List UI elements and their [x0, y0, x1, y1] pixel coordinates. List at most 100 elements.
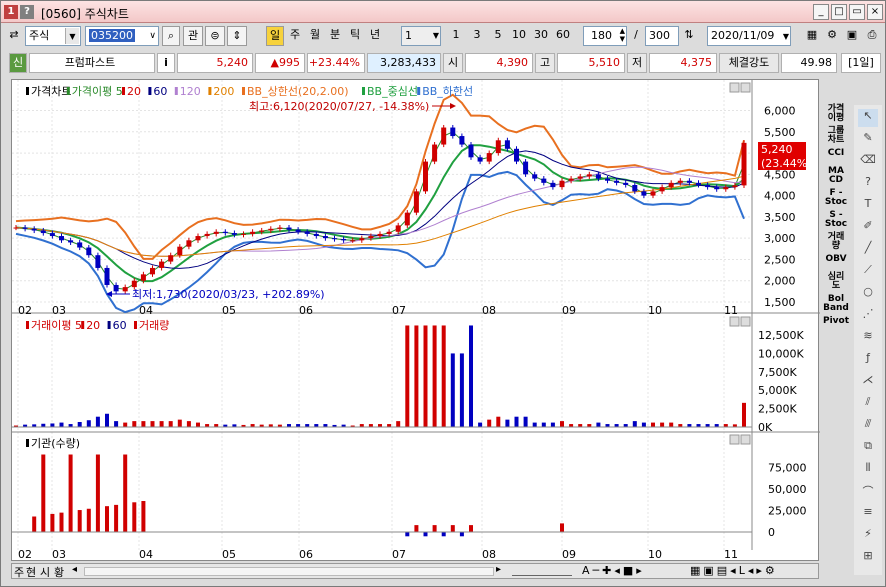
panel-minimize-icon[interactable]	[729, 434, 740, 445]
scrollbar-track[interactable]	[84, 567, 494, 576]
chart-svg[interactable]: 가격차트 가격이평 5 20 60 120 200 BB_상한선(20,2.00) BB_중심…	[12, 80, 820, 562]
refresh-icon[interactable]: ⇅	[681, 26, 697, 46]
lines-tool-icon[interactable]: ≡	[858, 505, 878, 523]
scroll-left-icon[interactable]: ◂	[72, 564, 77, 575]
panel-close-icon[interactable]	[740, 82, 751, 93]
interval-select[interactable]: 1 ▼	[401, 26, 441, 46]
panel-close-icon[interactable]	[740, 434, 751, 445]
spinner-icon[interactable]: ▲ ▼	[620, 27, 625, 43]
candle-body	[468, 144, 474, 158]
circle-tool-icon[interactable]: ○	[858, 285, 878, 303]
legend-label: 200	[213, 85, 234, 98]
indicator-1-button[interactable]: 그룹 차트	[821, 127, 851, 145]
ma120-line	[15, 166, 745, 257]
quick-3-button[interactable]: 3	[468, 26, 486, 46]
indicator-7-button[interactable]: OBV	[821, 255, 851, 264]
period-week-button[interactable]: 주	[286, 26, 304, 46]
panel-minimize-icon[interactable]	[729, 316, 740, 327]
candle-body	[286, 227, 292, 230]
quick-5-button[interactable]: 5	[489, 26, 507, 46]
speed-tool-icon[interactable]: ⋌	[858, 373, 878, 391]
grid-tool-icon[interactable]: ⧉	[858, 439, 878, 457]
period-day-button[interactable]: 일	[266, 26, 284, 46]
export-controls-icon[interactable]: ▦▣▤◂L◂▸⚙	[690, 564, 778, 577]
gear-icon[interactable]: ⚙	[823, 26, 841, 46]
indicator-4-button[interactable]: F - Stoc	[821, 189, 851, 207]
scroll-right-icon[interactable]: ▸	[496, 564, 501, 575]
cycle-tool-icon[interactable]: ⦀	[858, 461, 878, 479]
line-tool-icon[interactable]: ╱	[858, 241, 878, 259]
quick-1-button[interactable]: 1	[447, 26, 465, 46]
gann-tool-icon[interactable]: ⫻	[858, 417, 878, 435]
indicator-10-button[interactable]: Pivot	[821, 317, 851, 326]
bottom-tab-jeom[interactable]: 주	[14, 564, 24, 580]
indicator-8-button[interactable]: 심리 도	[821, 273, 851, 291]
period-year-button[interactable]: 년	[366, 26, 384, 46]
legend-label: BB_하한선	[422, 84, 473, 98]
question-tool-icon[interactable]: ?	[858, 175, 878, 193]
panel-close-icon[interactable]	[740, 316, 751, 327]
chart-area[interactable]: 가격차트 가격이평 5 20 60 120 200 BB_상한선(20,2.00) BB_중심…	[11, 79, 820, 562]
kwan-button[interactable]: 관	[183, 26, 203, 46]
help-icon[interactable]: ?	[20, 5, 34, 19]
zoom-slider[interactable]	[512, 566, 572, 576]
candle-body	[541, 178, 547, 183]
text-tool-icon[interactable]: T	[858, 197, 878, 215]
count-input[interactable]: 180 ▲ ▼	[583, 26, 627, 46]
quick-60-button[interactable]: 60	[553, 26, 573, 46]
total-input[interactable]: 300	[645, 26, 679, 46]
candle-body	[595, 174, 601, 179]
indicator-5-button[interactable]: S - Stoc	[821, 211, 851, 229]
period-tick-button[interactable]: 틱	[346, 26, 364, 46]
market-select[interactable]: 주식 ▼	[25, 26, 81, 46]
channel-tool-icon[interactable]: ≋	[858, 329, 878, 347]
layout-icon[interactable]: ▦	[803, 26, 821, 46]
all-tool-icon[interactable]: ⌫	[858, 153, 878, 171]
eraser-tool-icon[interactable]: ✎	[858, 131, 878, 149]
indicator-0-button[interactable]: 가격 이평	[821, 105, 851, 123]
arc-tool-icon[interactable]: ⌒	[858, 483, 878, 501]
nav-arrows-icon[interactable]: ⇄	[7, 26, 21, 46]
indicator-6-button[interactable]: 거래 량	[821, 233, 851, 251]
zoom-controls-icon[interactable]: A─✚◂■▸	[582, 564, 645, 577]
stock-code-input[interactable]: 035200 ∨	[85, 26, 159, 46]
chevron-down-icon[interactable]: ∨	[149, 27, 156, 45]
minimize-icon[interactable]: _	[813, 4, 829, 20]
auto-tool-icon[interactable]: ⚡	[858, 527, 878, 545]
fib-tool-icon[interactable]: ƒ	[858, 351, 878, 369]
chevron-down-icon[interactable]: ▼	[433, 27, 439, 45]
candle-body	[359, 238, 365, 241]
ray-tool-icon[interactable]: ⟋	[858, 263, 878, 281]
print-icon[interactable]: ⎙	[863, 26, 881, 46]
chevron-down-icon[interactable]: ▼	[783, 28, 789, 46]
bottom-tab-hwang[interactable]: 황	[54, 564, 64, 580]
search-icon[interactable]: ⌕	[162, 26, 180, 46]
institution-bar	[41, 454, 46, 532]
indicator-9-button[interactable]: Bol Band	[821, 295, 851, 313]
pen-tool-icon[interactable]: ✐	[858, 219, 878, 237]
panel-minimize-icon[interactable]	[729, 82, 740, 93]
bottom-tab-si[interactable]: 시	[40, 564, 50, 580]
indicator-3-button[interactable]: MA CD	[821, 167, 851, 185]
trend-tool-icon[interactable]: ⋰	[858, 307, 878, 325]
bottom-tab-hyun[interactable]: 현	[26, 564, 36, 580]
close-icon[interactable]: ×	[867, 4, 883, 20]
institution-tick-label: 25,000	[768, 504, 807, 517]
window-number-icon[interactable]: 1	[4, 5, 18, 19]
indicator-2-button[interactable]: CCI	[821, 149, 851, 158]
quick-30-button[interactable]: 30	[531, 26, 551, 46]
restore-icon[interactable]: □	[831, 4, 847, 20]
period-month-button[interactable]: 월	[306, 26, 324, 46]
info-icon[interactable]: i	[157, 53, 175, 73]
maximize-icon[interactable]: ▭	[849, 4, 865, 20]
chevron-down-icon[interactable]: ▼	[65, 28, 79, 44]
quick-10-button[interactable]: 10	[509, 26, 529, 46]
scroll-icon[interactable]: ⊜	[205, 26, 225, 46]
pointer-tool-icon[interactable]: ↖	[858, 109, 878, 127]
updown-icon[interactable]: ⇕	[227, 26, 247, 46]
lock-tool-icon[interactable]: ⊞	[858, 549, 878, 567]
date-select[interactable]: 2020/11/09 ▼	[707, 26, 791, 46]
period-minute-button[interactable]: 분	[326, 26, 344, 46]
fan-tool-icon[interactable]: ⫽	[858, 395, 878, 413]
save-icon[interactable]: ▣	[843, 26, 861, 46]
